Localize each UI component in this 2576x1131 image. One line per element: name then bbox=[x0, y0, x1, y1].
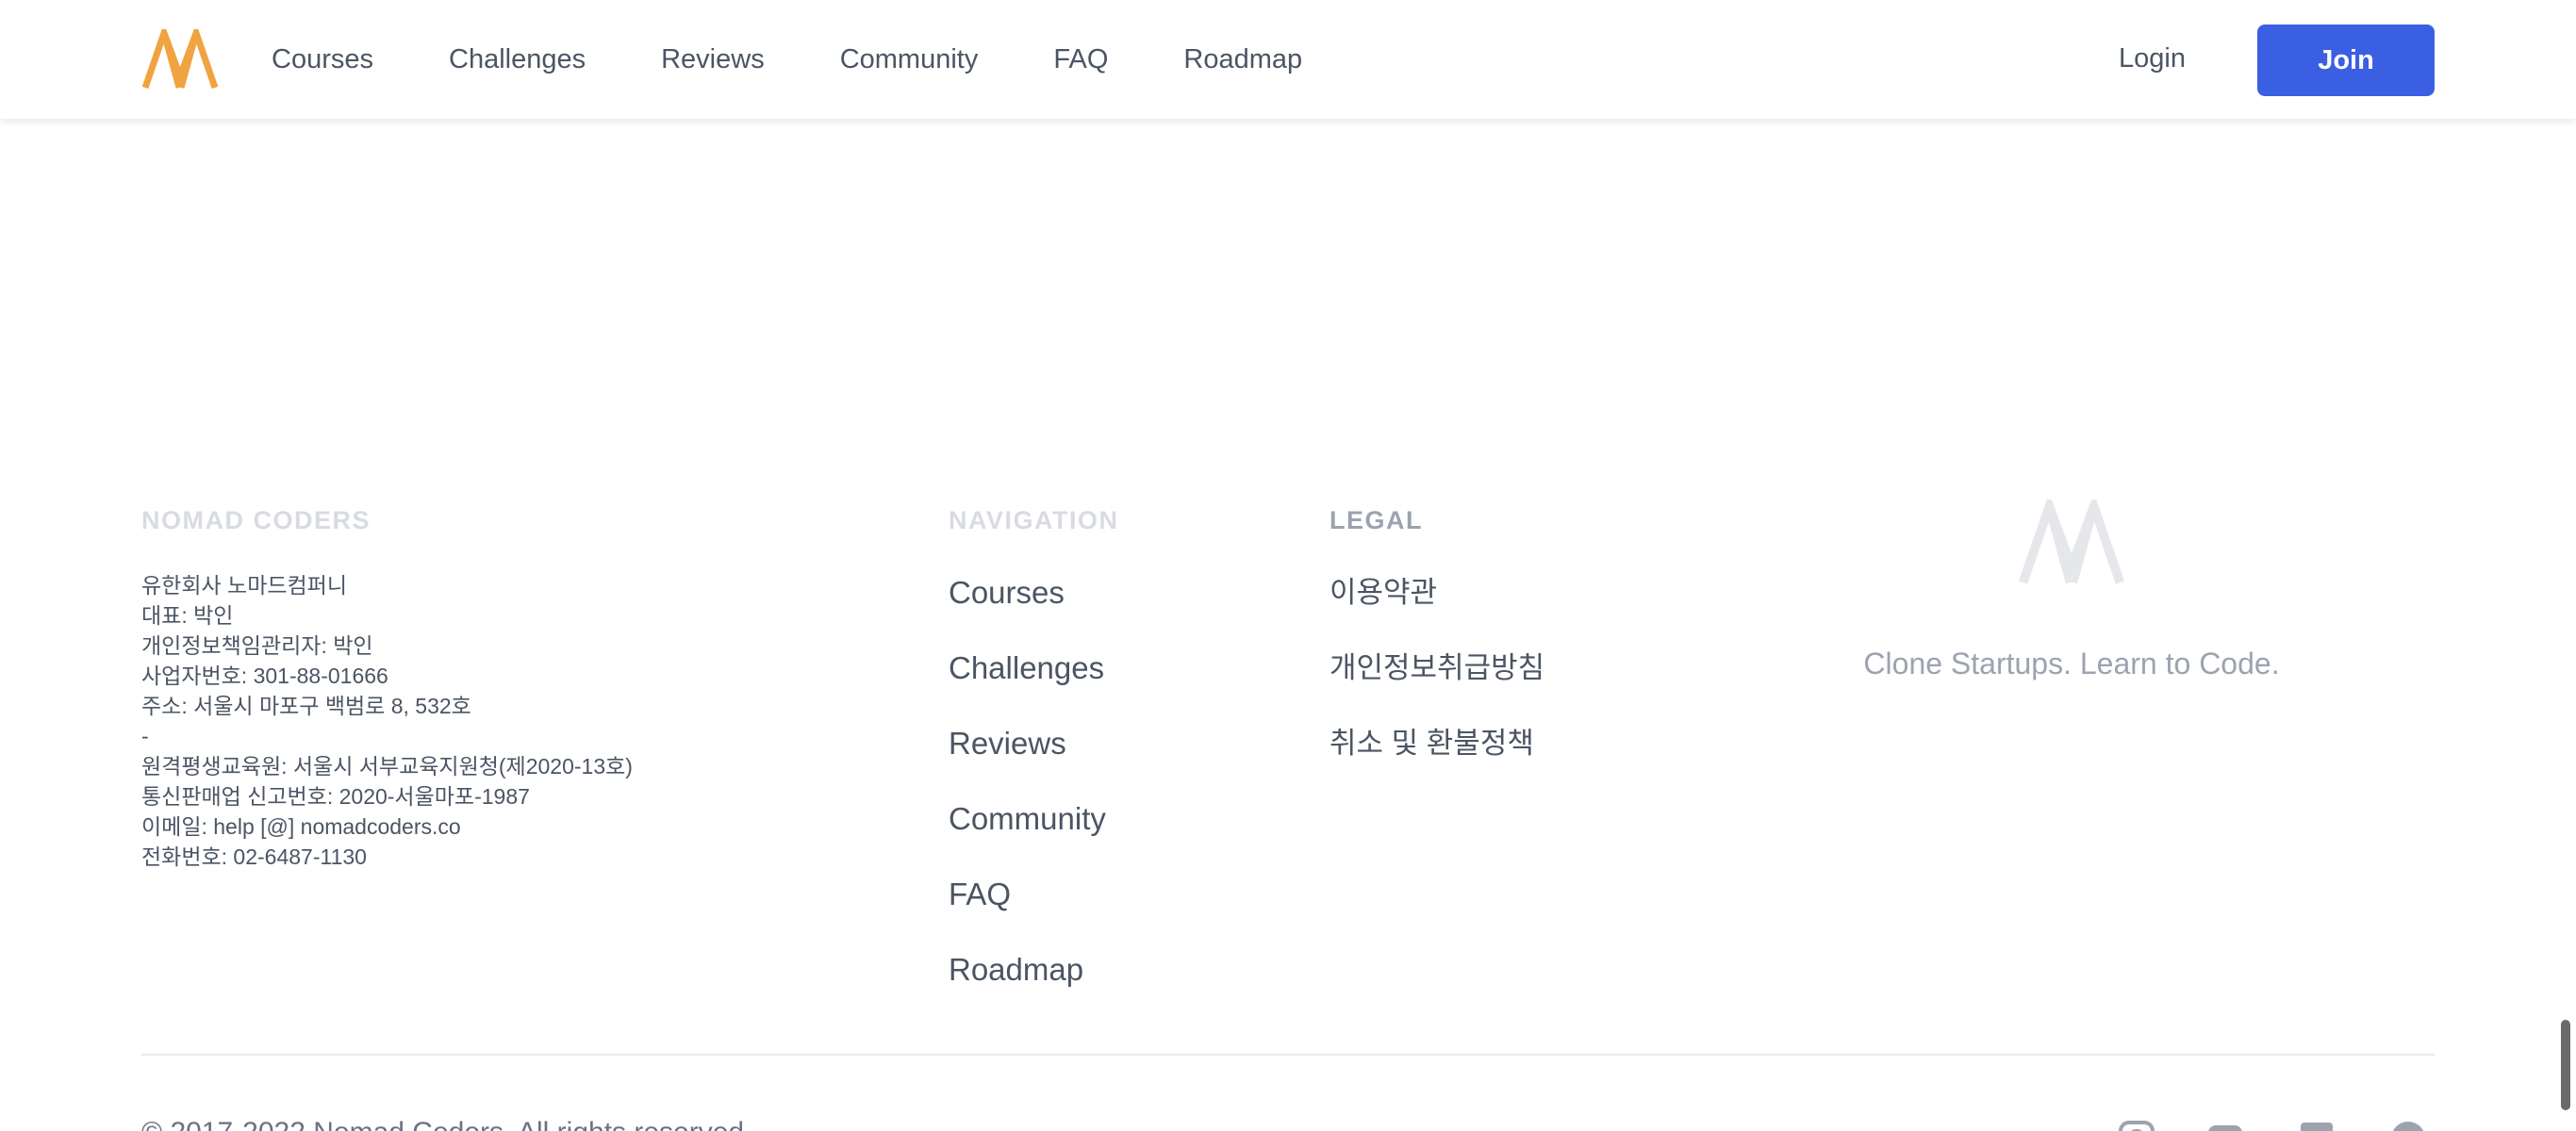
footer-link-faq[interactable]: FAQ bbox=[949, 872, 1106, 947]
footer-legal: 이용약관 개인정보취급방침 취소 및 환불정책 bbox=[1329, 570, 1544, 796]
join-button[interactable]: Join bbox=[2257, 25, 2435, 96]
copyright-text: © 2017-2022 Nomad Coders. All rights res… bbox=[141, 1117, 751, 1131]
top-navbar: Courses Challenges Reviews Community FAQ… bbox=[0, 0, 2576, 120]
company-info-line: - bbox=[141, 724, 149, 748]
navigation-heading: NAVIGATION bbox=[949, 506, 1119, 534]
footer-link-refund[interactable]: 취소 및 환불정책 bbox=[1329, 721, 1544, 796]
company-info-line: 원격평생교육원: 서울시 서부교육지원청(제2020-13호) bbox=[141, 754, 633, 779]
company-info-line: 주소: 서울시 마포구 백범로 8, 532호 bbox=[141, 694, 471, 718]
nav-link-challenges[interactable]: Challenges bbox=[449, 44, 586, 75]
nav-link-reviews[interactable]: Reviews bbox=[661, 44, 765, 75]
footer-divider bbox=[141, 1054, 2435, 1056]
login-link[interactable]: Login bbox=[2119, 43, 2186, 74]
footer-nav: Courses Challenges Reviews Community FAQ… bbox=[949, 570, 1106, 1023]
footer-link-courses[interactable]: Courses bbox=[949, 570, 1106, 646]
instagram-icon[interactable] bbox=[2118, 1120, 2155, 1131]
company-info-line: 유한회사 노마드컴퍼니 bbox=[141, 573, 347, 598]
company-info: 유한회사 노마드컴퍼니 대표: 박인 개인정보책임관리자: 박인 사업자번호: … bbox=[141, 570, 877, 872]
facebook-icon[interactable] bbox=[2298, 1120, 2336, 1131]
github-icon[interactable] bbox=[2389, 1120, 2427, 1131]
footer-link-terms[interactable]: 이용약관 bbox=[1329, 570, 1544, 646]
company-info-line: 대표: 박인 bbox=[141, 603, 234, 628]
footer-link-community[interactable]: Community bbox=[949, 796, 1106, 872]
footer-link-roadmap[interactable]: Roadmap bbox=[949, 947, 1106, 1023]
youtube-icon[interactable] bbox=[2206, 1120, 2244, 1131]
scrollbar-thumb[interactable] bbox=[2561, 1020, 2570, 1110]
legal-heading: LEGAL bbox=[1329, 506, 1423, 534]
tagline: Clone Startups. Learn to Code. bbox=[1863, 647, 2280, 680]
nav-link-roadmap[interactable]: Roadmap bbox=[1183, 44, 1302, 75]
footer-link-privacy[interactable]: 개인정보취급방침 bbox=[1329, 646, 1544, 721]
nav-link-community[interactable]: Community bbox=[840, 44, 979, 75]
nomad-logo-icon[interactable] bbox=[141, 29, 219, 90]
company-heading: NOMAD CODERS bbox=[141, 506, 372, 534]
company-info-line: 이메일: help [@] nomadcoders.co bbox=[141, 814, 461, 839]
footer-link-reviews[interactable]: Reviews bbox=[949, 721, 1106, 796]
scrollbar[interactable] bbox=[2557, 0, 2576, 1131]
footer-link-challenges[interactable]: Challenges bbox=[949, 646, 1106, 721]
main-nav: Courses Challenges Reviews Community FAQ… bbox=[272, 0, 1378, 120]
company-info-line: 개인정보책임관리자: 박인 bbox=[141, 633, 373, 658]
nav-link-courses[interactable]: Courses bbox=[272, 44, 373, 75]
nav-link-faq[interactable]: FAQ bbox=[1053, 44, 1108, 75]
company-info-line: 사업자번호: 301-88-01666 bbox=[141, 664, 388, 688]
company-info-line: 통신판매업 신고번호: 2020-서울마포-1987 bbox=[141, 784, 530, 809]
company-info-line: 전화번호: 02-6487-1130 bbox=[141, 844, 367, 869]
footer-logo-icon bbox=[2018, 500, 2125, 584]
